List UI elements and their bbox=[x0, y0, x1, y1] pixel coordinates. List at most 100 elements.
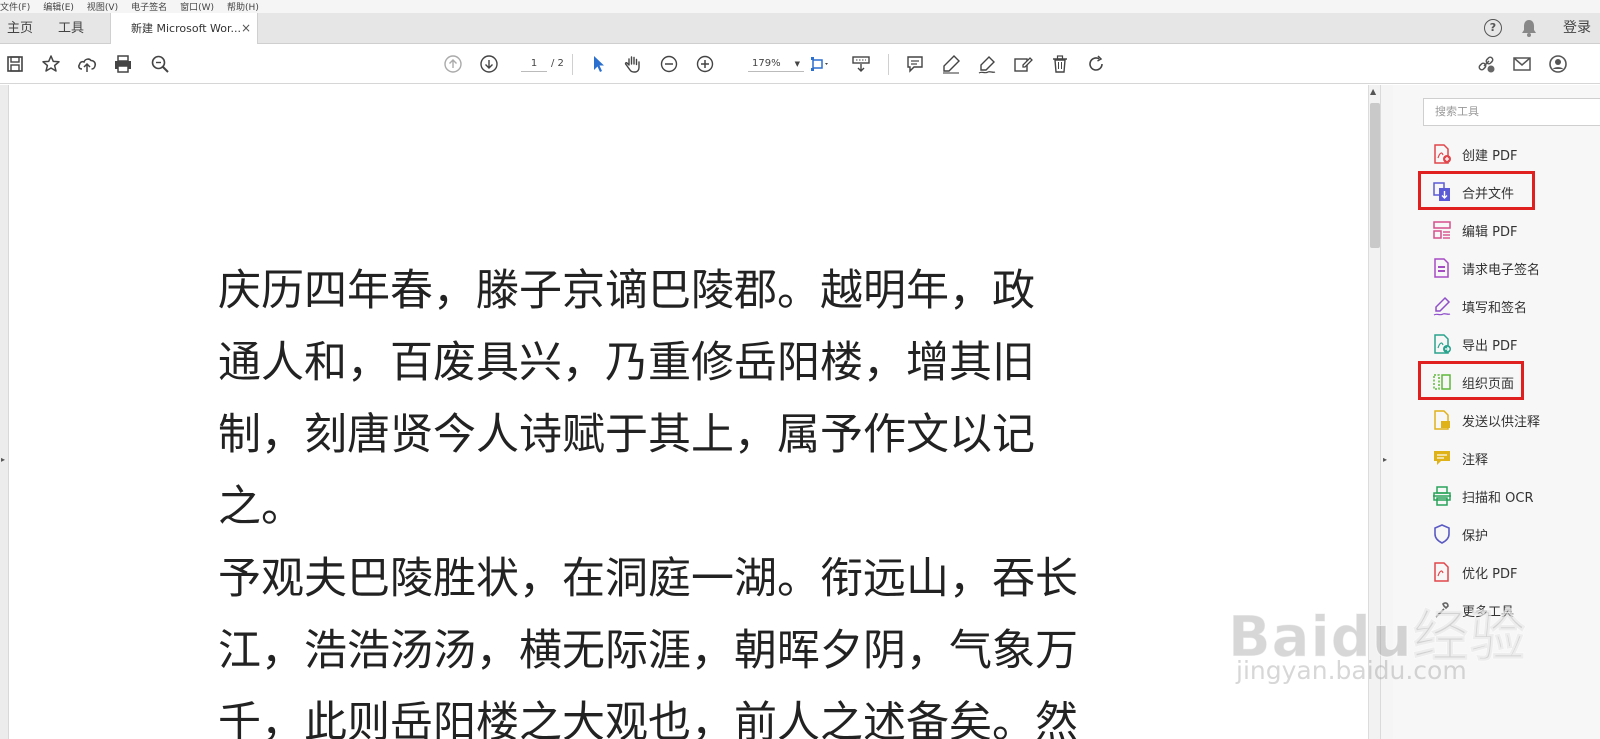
toolbar-divider bbox=[888, 54, 889, 75]
tab-home[interactable]: 主页 bbox=[7, 13, 33, 44]
star-icon[interactable] bbox=[40, 53, 62, 75]
export-pdf-icon bbox=[1433, 334, 1451, 354]
bell-icon[interactable] bbox=[1519, 18, 1539, 38]
text-line: 江，浩浩汤汤，横无际涯，朝晖夕阴，气象万 bbox=[218, 626, 1078, 676]
optimize-pdf-icon bbox=[1433, 562, 1451, 582]
request-signature-icon bbox=[1433, 258, 1451, 278]
print-icon[interactable] bbox=[112, 53, 134, 75]
share-link-icon[interactable] bbox=[1475, 53, 1497, 75]
tool-label: 创建 PDF bbox=[1462, 148, 1518, 164]
chevron-down-icon: ▼ bbox=[794, 60, 800, 68]
tool-label: 更多工具 bbox=[1462, 604, 1515, 620]
right-pane-toggle[interactable]: ▸ bbox=[1380, 85, 1393, 739]
tool-request-signature[interactable]: 请求电子签名 bbox=[1433, 256, 1600, 280]
document-page-text: 庆历四年春，滕子京谪巴陵郡。越明年，政 通人和，百废具兴，乃重修岳阳楼，增其旧 … bbox=[218, 255, 1138, 739]
document-paragraph: 予观夫巴陵胜状，在洞庭一湖。衔远山，吞长 江，浩浩汤汤，横无际涯，朝晖夕阴，气象… bbox=[218, 543, 1138, 739]
tool-label: 注释 bbox=[1462, 452, 1489, 468]
document-paragraph: 庆历四年春，滕子京谪巴陵郡。越明年，政 通人和，百废具兴，乃重修岳阳楼，增其旧 … bbox=[218, 255, 1138, 543]
tool-label: 编辑 PDF bbox=[1462, 224, 1518, 240]
cloud-upload-icon[interactable] bbox=[76, 53, 98, 75]
next-page-icon[interactable] bbox=[478, 53, 500, 75]
toolbar: 1 / 2 179% ▼ bbox=[0, 44, 1600, 84]
zoom-level-select[interactable]: 179% ▼ bbox=[748, 56, 804, 72]
menu-edit[interactable]: 编辑(E) bbox=[43, 0, 74, 13]
stamp-edit-icon[interactable] bbox=[1012, 53, 1034, 75]
hand-tool-icon[interactable] bbox=[622, 53, 644, 75]
delete-icon[interactable] bbox=[1049, 53, 1071, 75]
text-line: 制，刻唐贤今人诗赋于其上，属予作文以记 bbox=[218, 410, 1035, 460]
tool-protect[interactable]: 保护 bbox=[1433, 522, 1600, 546]
previous-page-icon[interactable] bbox=[442, 53, 464, 75]
comment-icon bbox=[1433, 448, 1451, 468]
page-number-input[interactable]: 1 bbox=[521, 56, 547, 72]
text-line: 庆历四年春，滕子京谪巴陵郡。越明年，政 bbox=[218, 266, 1035, 316]
menu-help[interactable]: 帮助(H) bbox=[227, 0, 259, 13]
zoom-value: 179% bbox=[752, 58, 781, 69]
tool-optimize-pdf[interactable]: 优化 PDF bbox=[1433, 560, 1600, 584]
tool-send-for-comments[interactable]: 发送以供注释 bbox=[1433, 408, 1600, 432]
scrollbar-thumb[interactable] bbox=[1370, 103, 1380, 248]
tool-label: 扫描和 OCR bbox=[1462, 490, 1534, 506]
tool-comment[interactable]: 注释 bbox=[1433, 446, 1600, 470]
scan-ocr-icon bbox=[1433, 486, 1451, 506]
highlight-box-combine-files bbox=[1418, 171, 1535, 210]
text-line: 予观夫巴陵胜状，在洞庭一湖。衔远山，吞长 bbox=[218, 554, 1078, 604]
tool-create-pdf[interactable]: 创建 PDF bbox=[1433, 142, 1600, 166]
zoom-in-icon[interactable] bbox=[694, 53, 716, 75]
close-tab-icon[interactable]: × bbox=[241, 13, 251, 44]
menu-bar: 文件(F) 编辑(E) 视图(V) 电子签名 窗口(W) 帮助(H) bbox=[0, 0, 1600, 13]
highlight-pen-icon[interactable] bbox=[940, 53, 962, 75]
tool-label: 填写和签名 bbox=[1462, 300, 1528, 316]
keyboard-scroll-icon[interactable] bbox=[850, 53, 872, 75]
sign-pen-icon[interactable] bbox=[976, 53, 998, 75]
more-tools-icon bbox=[1433, 600, 1451, 620]
select-pointer-icon[interactable] bbox=[587, 53, 609, 75]
help-icon[interactable]: ? bbox=[1484, 19, 1502, 37]
rotate-icon[interactable] bbox=[1085, 53, 1107, 75]
email-icon[interactable] bbox=[1511, 53, 1533, 75]
account-icon[interactable] bbox=[1547, 53, 1569, 75]
menu-esign[interactable]: 电子签名 bbox=[131, 0, 167, 13]
protect-icon bbox=[1433, 524, 1451, 544]
save-icon[interactable] bbox=[4, 53, 26, 75]
scroll-up-icon[interactable]: ▲ bbox=[1370, 87, 1376, 96]
menu-window[interactable]: 窗口(W) bbox=[180, 0, 214, 13]
create-pdf-icon bbox=[1433, 144, 1451, 164]
send-comments-icon bbox=[1433, 410, 1451, 430]
tool-scan-ocr[interactable]: 扫描和 OCR bbox=[1433, 484, 1600, 508]
tool-label: 导出 PDF bbox=[1462, 338, 1518, 354]
tool-label: 发送以供注释 bbox=[1462, 414, 1541, 430]
tab-tools[interactable]: 工具 bbox=[58, 13, 84, 44]
tool-label: 请求电子签名 bbox=[1462, 262, 1541, 278]
tool-label: 保护 bbox=[1462, 528, 1489, 544]
left-pane-toggle[interactable]: ▸ bbox=[0, 85, 9, 739]
fit-page-icon[interactable] bbox=[808, 53, 830, 75]
zoom-search-icon[interactable] bbox=[149, 53, 171, 75]
search-tools-input[interactable]: 搜索工具 bbox=[1423, 98, 1600, 126]
page-total: / 2 bbox=[551, 58, 564, 69]
tab-document[interactable]: 新建 Microsoft Wor... × bbox=[110, 13, 258, 45]
menu-view[interactable]: 视图(V) bbox=[87, 0, 118, 13]
tool-label: 优化 PDF bbox=[1462, 566, 1518, 582]
vertical-scrollbar[interactable]: ▲ bbox=[1368, 85, 1380, 739]
toolbar-divider bbox=[572, 54, 573, 75]
login-link[interactable]: 登录 bbox=[1563, 13, 1591, 44]
zoom-out-icon[interactable] bbox=[658, 53, 680, 75]
text-line: 通人和，百废具兴，乃重修岳阳楼，增其旧 bbox=[218, 338, 1035, 388]
document-viewer[interactable]: ▸ 庆历四年春，滕子京谪巴陵郡。越明年，政 通人和，百废具兴，乃重修岳阳楼，增其… bbox=[0, 85, 1380, 739]
text-line: 千，此则岳阳楼之大观也，前人之述备矣。然 bbox=[218, 698, 1078, 739]
tool-more-tools[interactable]: 更多工具 bbox=[1433, 598, 1600, 622]
collapse-right-icon: ▸ bbox=[1383, 455, 1388, 464]
tool-export-pdf[interactable]: 导出 PDF bbox=[1433, 332, 1600, 356]
tool-edit-pdf[interactable]: 编辑 PDF bbox=[1433, 218, 1600, 242]
tab-bar: 主页 工具 新建 Microsoft Wor... × ? 登录 bbox=[0, 13, 1600, 45]
document-tab-title: 新建 Microsoft Wor... bbox=[131, 22, 242, 35]
highlight-box-organize-pages bbox=[1418, 361, 1524, 400]
menu-file[interactable]: 文件(F) bbox=[0, 0, 30, 13]
tools-pane: 搜索工具 创建 PDF 合并文件 编辑 PDF 请求电子签名 填写和签名 导出 … bbox=[1393, 85, 1600, 739]
edit-pdf-icon bbox=[1433, 220, 1451, 240]
text-line: 之。 bbox=[218, 482, 304, 532]
expand-left-icon: ▸ bbox=[1, 455, 6, 464]
tool-fill-sign[interactable]: 填写和签名 bbox=[1433, 294, 1600, 318]
comment-icon[interactable] bbox=[904, 53, 926, 75]
